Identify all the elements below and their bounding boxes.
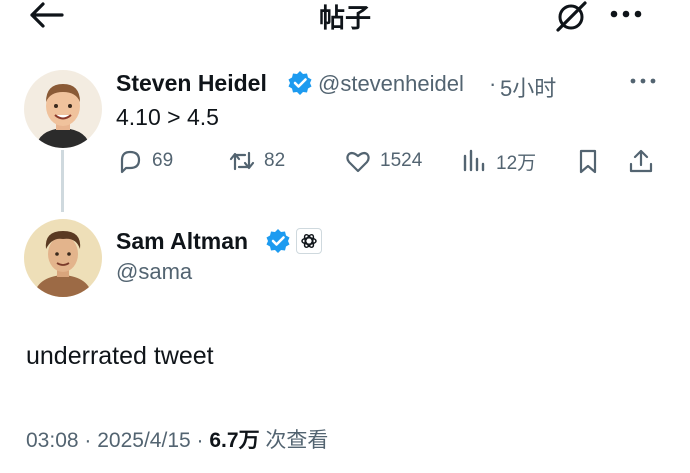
thread-line [61, 150, 64, 212]
avatar[interactable] [24, 219, 102, 297]
views-count: 6.7万 [209, 429, 260, 452]
separator-dot: · [196, 429, 204, 452]
grok-button[interactable] [552, 0, 590, 32]
affiliation-badge[interactable] [296, 228, 322, 254]
grok-icon [556, 1, 587, 32]
author-handle[interactable]: @sama [116, 259, 192, 285]
bar-chart-icon [463, 149, 485, 172]
like-count: 1524 [380, 150, 423, 171]
bookmark-button[interactable] [574, 146, 602, 176]
ellipsis-icon [630, 78, 656, 84]
like-button[interactable]: 1524 [344, 146, 422, 176]
verified-badge-icon [265, 228, 291, 254]
tweet-time[interactable]: 5小时 [500, 71, 556, 103]
tweet-text: underrated tweet [26, 342, 214, 370]
avatar-image [24, 70, 102, 148]
author-name[interactable]: Sam Altman [116, 228, 248, 255]
tweet-date[interactable]: 2025/4/15 [97, 429, 190, 452]
tweet-time[interactable]: 03:08 [26, 429, 79, 452]
tweet-meta: 03:08 · 2025/4/15 · 6.7万 次查看 [26, 424, 328, 454]
tweet-text: 4.10 > 4.5 [116, 104, 219, 130]
author-handle[interactable]: @stevenheidel [318, 71, 464, 97]
avatar-image [24, 219, 102, 297]
share-button[interactable] [627, 146, 655, 176]
share-icon [629, 149, 653, 173]
views-label: 次查看 [259, 429, 329, 452]
retweet-button[interactable]: 82 [228, 146, 285, 176]
heart-icon [346, 151, 370, 173]
verified-badge-icon [287, 70, 313, 96]
avatar[interactable] [24, 70, 102, 148]
separator-dot: · [84, 429, 92, 452]
ellipsis-icon [610, 10, 642, 18]
tweet-more-button[interactable] [628, 74, 658, 88]
reply-count: 69 [152, 150, 174, 171]
retweet-icon [229, 151, 255, 171]
bookmark-icon [579, 149, 597, 174]
openai-logo-icon [301, 234, 317, 248]
retweet-count: 82 [264, 150, 286, 171]
more-options-button[interactable] [606, 4, 646, 24]
views-button[interactable]: 12万 [460, 146, 536, 176]
separator-dot: · [489, 71, 497, 96]
views-count: 12万 [496, 152, 537, 174]
author-name[interactable]: Steven Heidel [116, 70, 267, 97]
reply-icon [120, 150, 141, 174]
reply-button[interactable]: 69 [116, 146, 173, 176]
